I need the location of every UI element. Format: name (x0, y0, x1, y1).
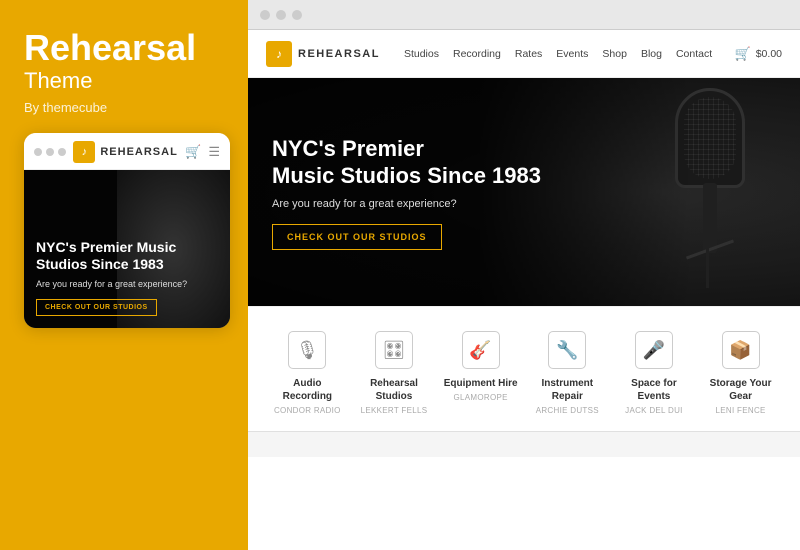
mobile-logo-text: REHEARSAL (100, 146, 177, 158)
website-nav-links: Studios Recording Rates Events Shop Blog… (404, 48, 735, 60)
website-nav: ♪ REHEARSAL Studios Recording Rates Even… (248, 30, 800, 78)
feature-audio-recording: 🎙 Audio Recording CONDOR RADIO (267, 331, 347, 415)
mobile-menu-icon[interactable]: ☰ (208, 144, 220, 160)
website-logo-icon: ♪ (266, 41, 292, 67)
nav-link-shop[interactable]: Shop (602, 48, 627, 60)
mobile-logo-area: ♪ REHEARSAL (73, 141, 177, 163)
browser-dot-3 (292, 10, 302, 20)
hero-title-line1: NYC's Premier (272, 136, 424, 161)
theme-title-bold: Rehearsal (24, 28, 224, 68)
feature-events-title: Space for Events (614, 377, 694, 403)
feature-equipment-title: Equipment Hire (444, 377, 518, 390)
features-section: 🎙 Audio Recording CONDOR RADIO 🎛 Rehears… (248, 306, 800, 431)
feature-audio-title: Audio Recording (267, 377, 347, 403)
feature-events-subtitle: JACK DEL DUI (625, 406, 683, 415)
feature-audio-subtitle: CONDOR RADIO (274, 406, 341, 415)
website-cart[interactable]: 🛒 $0.00 (735, 46, 782, 62)
hero-subtitle: Are you ready for a great experience? (272, 198, 541, 210)
nav-link-events[interactable]: Events (556, 48, 588, 60)
website: ♪ REHEARSAL Studios Recording Rates Even… (248, 30, 800, 550)
nav-link-blog[interactable]: Blog (641, 48, 662, 60)
feature-equipment-subtitle: GLAMOROPE (454, 393, 508, 402)
mobile-top-bar: ♪ REHEARSAL 🛒 ☰ (24, 133, 230, 170)
feature-rehearsal-title: Rehearsal Studios (354, 377, 434, 403)
instrument-repair-icon: 🔧 (548, 331, 586, 369)
nav-link-studios[interactable]: Studios (404, 48, 439, 60)
feature-storage-gear: 📦 Storage Your Gear LENI FENCE (701, 331, 781, 415)
mobile-dot-3 (58, 148, 66, 156)
cart-amount: $0.00 (756, 48, 782, 60)
mobile-nav-icons: 🛒 ☰ (185, 144, 220, 160)
nav-link-rates[interactable]: Rates (515, 48, 542, 60)
theme-by: By themecube (24, 100, 224, 115)
right-panel: ♪ REHEARSAL Studios Recording Rates Even… (248, 0, 800, 550)
feature-instrument-repair: 🔧 Instrument Repair ARCHIE DUTSS (527, 331, 607, 415)
browser-dot-2 (276, 10, 286, 20)
feature-rehearsal-studios: 🎛 Rehearsal Studios LEKKERT FELLS (354, 331, 434, 415)
feature-repair-title: Instrument Repair (527, 377, 607, 403)
nav-link-recording[interactable]: Recording (453, 48, 501, 60)
nav-link-contact[interactable]: Contact (676, 48, 712, 60)
mobile-logo-icon: ♪ (73, 141, 95, 163)
rehearsal-studios-icon: 🎛 (375, 331, 413, 369)
browser-chrome (248, 0, 800, 30)
bottom-bar (248, 431, 800, 457)
audio-recording-icon: 🎙 (288, 331, 326, 369)
left-panel: Rehearsal Theme By themecube ♪ REHEARSAL… (0, 0, 248, 550)
theme-title-light: Theme (24, 68, 224, 94)
feature-space-events: 🎤 Space for Events JACK DEL DUI (614, 331, 694, 415)
browser-dot-1 (260, 10, 270, 20)
hero-cta-button[interactable]: CHECK OUT OUR STUDIOS (272, 224, 442, 250)
mobile-hero-title: NYC's Premier Music Studios Since 1983 (36, 239, 218, 274)
mobile-hero: NYC's Premier Music Studios Since 1983 A… (24, 170, 230, 328)
storage-gear-icon: 📦 (722, 331, 760, 369)
website-logo-text: REHEARSAL (298, 48, 380, 60)
space-events-icon: 🎤 (635, 331, 673, 369)
cart-icon: 🛒 (735, 46, 751, 62)
mobile-hero-content: NYC's Premier Music Studios Since 1983 A… (36, 239, 218, 316)
hero-content: NYC's Premier Music Studios Since 1983 A… (248, 135, 565, 250)
mobile-mockup: ♪ REHEARSAL 🛒 ☰ NYC's Premier Music Stud… (24, 133, 230, 328)
feature-storage-subtitle: LENI FENCE (716, 406, 766, 415)
feature-repair-subtitle: ARCHIE DUTSS (536, 406, 599, 415)
mobile-hero-sub: Are you ready for a great experience? (36, 279, 218, 289)
website-logo: ♪ REHEARSAL (266, 41, 380, 67)
hero-title-line2: Music Studios Since 1983 (272, 163, 541, 188)
mobile-dot-1 (34, 148, 42, 156)
hero-title: NYC's Premier Music Studios Since 1983 (272, 135, 541, 190)
feature-rehearsal-subtitle: LEKKERT FELLS (361, 406, 428, 415)
feature-equipment-hire: 🎸 Equipment Hire GLAMOROPE (441, 331, 521, 402)
mobile-cta-button[interactable]: CHECK OUT OUR STUDIOS (36, 299, 157, 316)
website-hero: NYC's Premier Music Studios Since 1983 A… (248, 78, 800, 306)
mobile-cart-icon[interactable]: 🛒 (185, 144, 201, 160)
feature-storage-title: Storage Your Gear (701, 377, 781, 403)
equipment-hire-icon: 🎸 (462, 331, 500, 369)
mobile-dots (34, 148, 66, 156)
mobile-dot-2 (46, 148, 54, 156)
